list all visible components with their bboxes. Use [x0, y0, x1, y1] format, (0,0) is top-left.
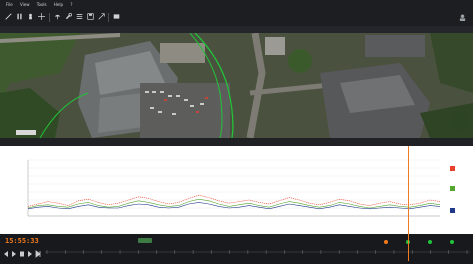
- map-view[interactable]: [0, 33, 473, 138]
- map-panel-header: [0, 26, 473, 33]
- line-chart[interactable]: [0, 146, 448, 234]
- menu-help[interactable]: Help: [54, 2, 63, 7]
- status-dot: [428, 240, 432, 244]
- stop-icon[interactable]: [20, 251, 24, 257]
- legend-swatch: [450, 186, 455, 191]
- camera-icon[interactable]: [113, 13, 120, 20]
- menu-bar: File View Tools Help ?: [0, 0, 473, 9]
- menu-tools[interactable]: Tools: [37, 2, 47, 7]
- skip-back-icon[interactable]: [4, 251, 8, 257]
- menu-extra[interactable]: ?: [70, 2, 72, 7]
- crosshair-icon[interactable]: [38, 13, 45, 20]
- wrench-icon[interactable]: [65, 13, 72, 20]
- list-icon[interactable]: [76, 13, 83, 20]
- person-icon[interactable]: [27, 13, 34, 20]
- toolbar-divider: [49, 13, 50, 22]
- legend-swatch: [450, 208, 455, 213]
- legend-swatch: [450, 166, 455, 171]
- map-scale-bar: [16, 130, 36, 135]
- share-icon[interactable]: [98, 13, 105, 20]
- status-indicators: [384, 240, 454, 244]
- status-dot: [450, 240, 454, 244]
- status-dot: [384, 240, 388, 244]
- play-icon[interactable]: [12, 251, 16, 257]
- playback-controls: [4, 250, 41, 258]
- menu-file[interactable]: File: [6, 2, 13, 7]
- pause-icon[interactable]: [16, 13, 23, 20]
- series-line: [27, 198, 441, 209]
- map-status-bar: [0, 138, 473, 146]
- toolbar: [0, 9, 473, 26]
- umbrella-icon[interactable]: [54, 13, 61, 20]
- timestamp-display: 15:55:33: [5, 237, 39, 245]
- series-line: [27, 194, 441, 207]
- line-tool-icon[interactable]: [5, 13, 12, 20]
- timeline-scrubber[interactable]: [45, 246, 470, 262]
- playhead-cursor[interactable]: [408, 146, 409, 261]
- status-badge: [138, 238, 152, 243]
- satellite-imagery: [0, 33, 473, 138]
- skip-forward-icon[interactable]: [35, 250, 41, 258]
- save-icon[interactable]: [87, 13, 94, 20]
- menu-view[interactable]: View: [20, 2, 30, 7]
- step-icon[interactable]: [28, 251, 32, 257]
- toolbar-divider: [108, 13, 109, 22]
- user-icon[interactable]: [458, 14, 467, 21]
